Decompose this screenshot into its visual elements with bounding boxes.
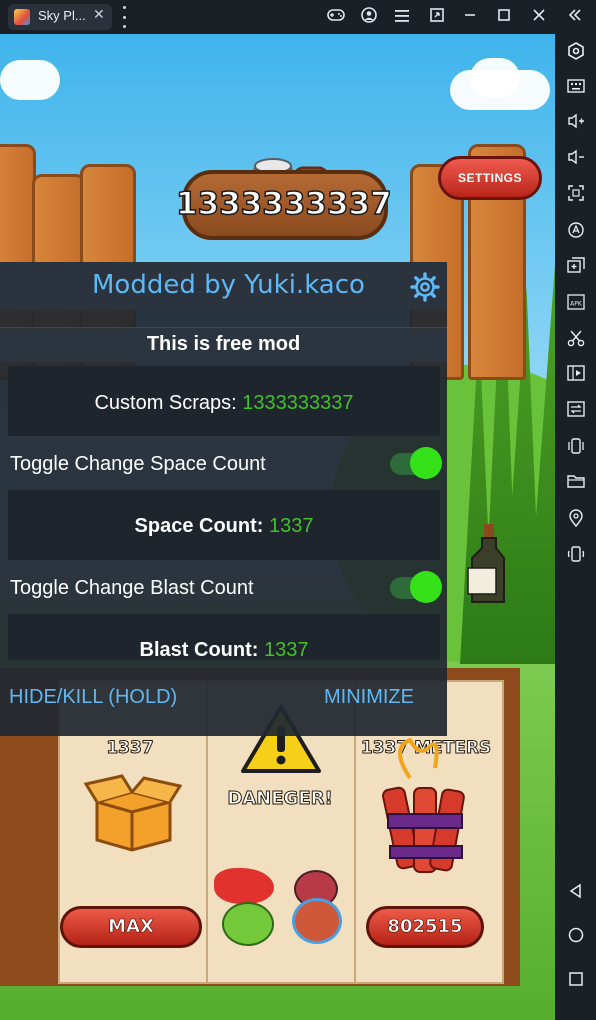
toggle-space-switch[interactable] xyxy=(390,447,444,479)
more-options-icon[interactable] xyxy=(121,6,127,28)
fullscreen-icon[interactable] xyxy=(565,185,587,207)
volume-up-icon[interactable] xyxy=(565,113,587,135)
settings-icon[interactable] xyxy=(565,42,587,64)
gear-icon[interactable] xyxy=(410,272,440,302)
gamepad-icon[interactable] xyxy=(326,7,346,27)
scissors-icon[interactable] xyxy=(565,329,587,351)
account-icon[interactable] xyxy=(359,7,379,27)
toggle-blast-switch[interactable] xyxy=(390,571,444,603)
cloud xyxy=(470,58,520,98)
box-icon xyxy=(82,772,183,852)
minimize-button[interactable]: MINIMIZE xyxy=(324,686,414,709)
blast-count-value: 1337 xyxy=(263,639,309,661)
rotate-icon[interactable] xyxy=(565,221,587,243)
custom-scraps-label: Custom Scraps: xyxy=(94,392,243,414)
settings-button[interactable]: SETTINGS xyxy=(438,156,542,200)
hide-kill-button[interactable]: HIDE/KILL (HOLD) xyxy=(9,686,177,709)
volume-down-icon[interactable] xyxy=(565,149,587,171)
space-count-display: 1337 xyxy=(106,738,154,759)
custom-scraps-text[interactable]: Custom Scraps: 1333333337 xyxy=(8,392,440,415)
toggle-space-label: Toggle Change Space Count xyxy=(10,453,266,475)
maximize-icon[interactable] xyxy=(494,7,514,27)
close-icon[interactable] xyxy=(529,7,549,27)
app-tab[interactable]: Sky Pl... ✕ xyxy=(8,4,112,30)
green-creature-enemy xyxy=(222,902,274,946)
mod-subtitle-bar: This is free mod xyxy=(0,327,447,362)
space-count-text[interactable]: Space Count: 1337 xyxy=(8,515,440,538)
svg-text:APK: APK xyxy=(570,301,583,308)
max-button[interactable]: MAX xyxy=(60,906,202,948)
custom-scraps-value: 1333333337 xyxy=(242,392,354,414)
blast-count-label: Blast Count: xyxy=(139,639,264,661)
media-icon[interactable] xyxy=(565,365,587,387)
location-icon[interactable] xyxy=(565,509,587,531)
blast-count-text[interactable]: Blast Count: 1337 xyxy=(8,639,440,662)
menu-icon[interactable] xyxy=(392,7,412,27)
tab-title: Sky Pl... xyxy=(38,8,86,23)
mod-menu-title: Modded by Yuki.kaco xyxy=(92,270,365,300)
app-icon xyxy=(14,9,30,25)
tab-close-icon[interactable]: ✕ xyxy=(93,7,105,23)
apk-icon[interactable]: APK xyxy=(565,293,587,315)
blue-orb-enemy xyxy=(292,898,342,944)
scraps-counter: 1333333337 xyxy=(175,185,392,223)
sync-icon[interactable] xyxy=(565,401,587,423)
upgrade-cost-button[interactable]: 802515 xyxy=(366,906,484,948)
minimize-icon[interactable] xyxy=(460,7,480,27)
dynamite-icon xyxy=(380,737,470,888)
collapse-sidebar-icon[interactable] xyxy=(565,7,585,27)
recents-icon[interactable] xyxy=(565,971,587,993)
toggle-blast-label: Toggle Change Blast Count xyxy=(10,577,254,599)
emulator-sidebar: APK xyxy=(555,34,596,1020)
multi-instance-icon[interactable] xyxy=(565,257,587,279)
cloud xyxy=(0,60,60,100)
danger-label: DANEGER! xyxy=(227,788,333,810)
mod-subtitle: This is free mod xyxy=(146,333,301,355)
folder-icon[interactable] xyxy=(565,473,587,495)
keyboard-icon[interactable] xyxy=(565,77,587,99)
red-bird-enemy xyxy=(214,868,274,904)
mod-menu-header: Modded by Yuki.kaco xyxy=(0,262,447,310)
toggle-blast-knob xyxy=(410,571,442,603)
space-count-label: Space Count: xyxy=(134,515,269,537)
rotate-device-icon[interactable] xyxy=(565,545,587,567)
screenshot-icon[interactable] xyxy=(427,7,447,27)
toggle-space-knob xyxy=(410,447,442,479)
space-count-value: 1337 xyxy=(268,515,314,537)
home-icon[interactable] xyxy=(565,927,587,949)
back-icon[interactable] xyxy=(565,883,587,905)
shake-icon[interactable] xyxy=(565,437,587,459)
bottle-decoration xyxy=(458,524,508,604)
window-titlebar: Sky Pl... ✕ xyxy=(0,0,596,34)
